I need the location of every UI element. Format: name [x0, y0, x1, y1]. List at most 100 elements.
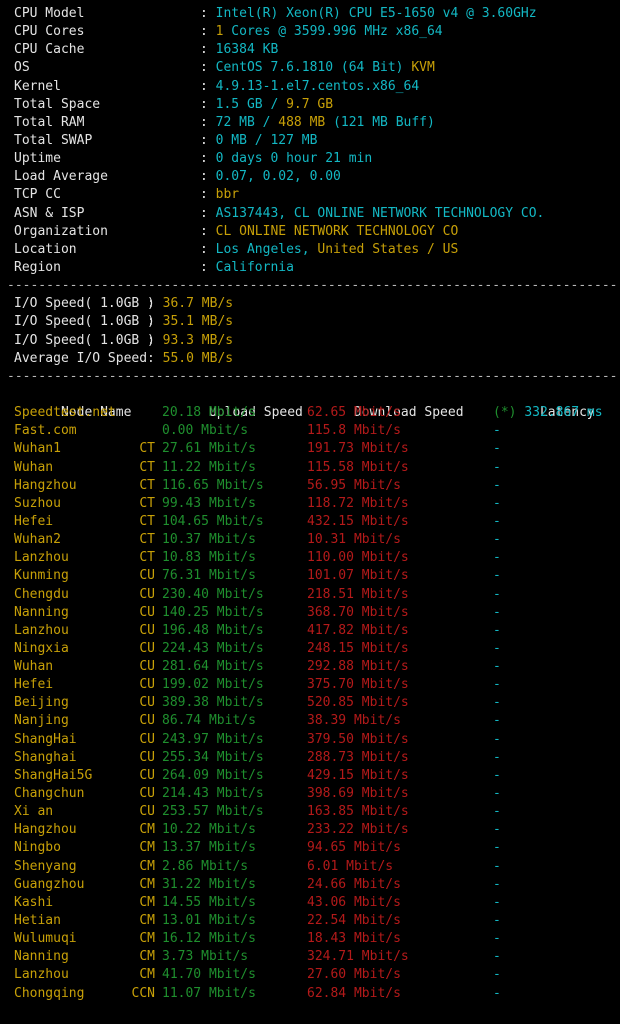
system-info-value: (121 MB Buff) [325, 114, 435, 130]
system-info-row: Load Average: 0.07, 0.02, 0.00 [0, 168, 620, 186]
cell-carrier: CU [139, 695, 155, 711]
cell-latency: - [493, 658, 501, 676]
cell-download-speed: 233.22 Mbit/s [307, 822, 409, 838]
cell-upload-speed: 230.40 Mbit/s [162, 586, 264, 602]
cell-node-name: Shenyang [14, 858, 77, 874]
cell-carrier: CU [139, 568, 155, 584]
cell-carrier: CU [139, 713, 155, 729]
system-info-label: Uptime [14, 151, 61, 167]
cell-node-name: Guangzhou [14, 876, 85, 892]
system-info-colon: : [200, 187, 216, 203]
io-speed-row: I/O Speed( 1.0GB ): 35.1 MB/s [0, 313, 620, 331]
system-info-value: 9.7 GB [286, 96, 334, 112]
cell-latency: (*) 332.867 ms [493, 404, 603, 422]
speedtest-table-header: Node Name Upload Speed Download Speed Laten… [14, 386, 620, 420]
system-info-value: Cores @ 3599.996 MHz x86_64 [223, 24, 443, 40]
cell-upload-speed: 11.07 Mbit/s [162, 985, 256, 1001]
cell-node-name: Hefei [14, 513, 54, 529]
system-info-value: 72 MB [215, 114, 255, 130]
cell-carrier: CU [139, 640, 155, 656]
io-speed-label: I/O Speed( 1.0GB ) [14, 296, 155, 312]
io-speed-row: I/O Speed( 1.0GB ): 93.3 MB/s [0, 332, 620, 350]
table-row: Hetian CM 13.01 Mbit/s 22.54 Mbit/s - [14, 912, 620, 930]
system-info-value: Los Angeles, [215, 241, 318, 257]
cell-latency: - [493, 513, 501, 531]
system-info-label: CPU Cores [14, 24, 85, 40]
cell-latency: - [493, 694, 501, 712]
system-info-label: CPU Model [14, 6, 85, 21]
cell-carrier: CU [139, 659, 155, 675]
table-row: Chengdu CU 230.40 Mbit/s 218.51 Mbit/s - [14, 586, 620, 604]
latency-value: - [493, 949, 501, 965]
system-info-colon: : [200, 42, 216, 58]
cell-carrier: CU [139, 586, 155, 602]
cell-latency: - [493, 459, 501, 477]
cell-upload-speed: 14.55 Mbit/s [162, 894, 256, 910]
table-row: Wuhan1 CT 27.61 Mbit/s 191.73 Mbit/s - [14, 440, 620, 458]
cell-download-speed: 368.70 Mbit/s [307, 604, 409, 620]
latency-value: - [493, 876, 501, 892]
system-info-row: CPU Model: Intel(R) Xeon(R) CPU E5-1650 … [0, 5, 620, 23]
cell-node-name: Wuhan [14, 659, 54, 675]
io-speed-row: I/O Speed( 1.0GB ): 36.7 MB/s [0, 295, 620, 313]
cell-node-name: Hangzhou [14, 477, 77, 493]
cell-download-speed: 115.58 Mbit/s [307, 459, 409, 475]
table-row: Ningbo CM 13.37 Mbit/s 94.65 Mbit/s - [14, 839, 620, 857]
cell-node-name: Wulumuqi [14, 931, 77, 947]
latency-value: - [493, 695, 501, 711]
cell-carrier: CT [139, 477, 155, 493]
system-info-colon: : [200, 6, 216, 21]
cell-download-speed: 62.84 Mbit/s [307, 985, 401, 1001]
system-info-value: United States / US [317, 241, 459, 257]
table-row: Lanzhou CU 196.48 Mbit/s 417.82 Mbit/s - [14, 622, 620, 640]
cell-carrier: CU [139, 677, 155, 693]
cell-node-name: Beijing [14, 695, 69, 711]
system-info-label: Total Space [14, 96, 101, 112]
table-row: Fast.com 0.00 Mbit/s 115.8 Mbit/s - [14, 422, 620, 440]
system-info-value: 0 days 0 hour 21 min [215, 151, 373, 167]
system-info-value: California [215, 259, 294, 275]
cell-carrier: CU [139, 804, 155, 820]
system-info-colon: : [200, 241, 216, 257]
system-info-row: CPU Cores: 1 Cores @ 3599.996 MHz x86_64 [0, 23, 620, 41]
cell-carrier: CU [139, 622, 155, 638]
latency-value: - [493, 495, 501, 511]
cell-download-speed: 27.60 Mbit/s [307, 967, 401, 983]
system-info-value: / [262, 96, 287, 112]
cell-download-speed: 24.66 Mbit/s [307, 876, 401, 892]
cell-node-name: Xi an [14, 804, 54, 820]
cell-latency: - [493, 985, 501, 1003]
table-row: Changchun CU 214.43 Mbit/s 398.69 Mbit/s - [14, 785, 620, 803]
cell-upload-speed: 2.86 Mbit/s [162, 858, 249, 874]
cell-download-speed: 324.71 Mbit/s [307, 949, 409, 965]
cell-node-name: Wuhan [14, 459, 54, 475]
cell-carrier: CM [139, 840, 155, 856]
cell-carrier: CM [139, 913, 155, 929]
latency-value: - [493, 749, 501, 765]
latency-marker: (*) [493, 405, 525, 421]
cell-upload-speed: 389.38 Mbit/s [162, 695, 264, 711]
cell-node-name: Hetian [14, 913, 61, 929]
cell-download-speed: 163.85 Mbit/s [307, 804, 409, 820]
table-row: Lanzhou CT 10.83 Mbit/s 110.00 Mbit/s - [14, 549, 620, 567]
cell-download-speed: 6.01 Mbit/s [307, 858, 394, 874]
system-info-value: 1.5 GB [215, 96, 263, 112]
latency-value: - [493, 550, 501, 566]
latency-value: - [493, 840, 501, 856]
system-info-label: ASN & ISP [14, 205, 85, 221]
table-row: Wuhan CU 281.64 Mbit/s 292.88 Mbit/s - [14, 658, 620, 676]
io-speed-colon: : [147, 350, 163, 366]
cell-latency: - [493, 912, 501, 930]
speedtest-table-body: Speedtest.net 20.18 Mbit/s 62.65 Mbit/s (*)… [14, 404, 620, 1003]
latency-value: - [493, 967, 501, 983]
cell-node-name: Changchun [14, 786, 85, 802]
table-row: Nanjing CU 86.74 Mbit/s 38.39 Mbit/s - [14, 712, 620, 730]
cell-latency: - [493, 749, 501, 767]
latency-value: - [493, 441, 501, 457]
cell-carrier: CT [139, 550, 155, 566]
system-info-value: 0.07, 0.02, 0.00 [215, 169, 341, 185]
cell-upload-speed: 11.22 Mbit/s [162, 459, 256, 475]
system-info-value: bbr [215, 187, 240, 203]
latency-value: - [493, 477, 501, 493]
cell-latency: - [493, 839, 501, 857]
